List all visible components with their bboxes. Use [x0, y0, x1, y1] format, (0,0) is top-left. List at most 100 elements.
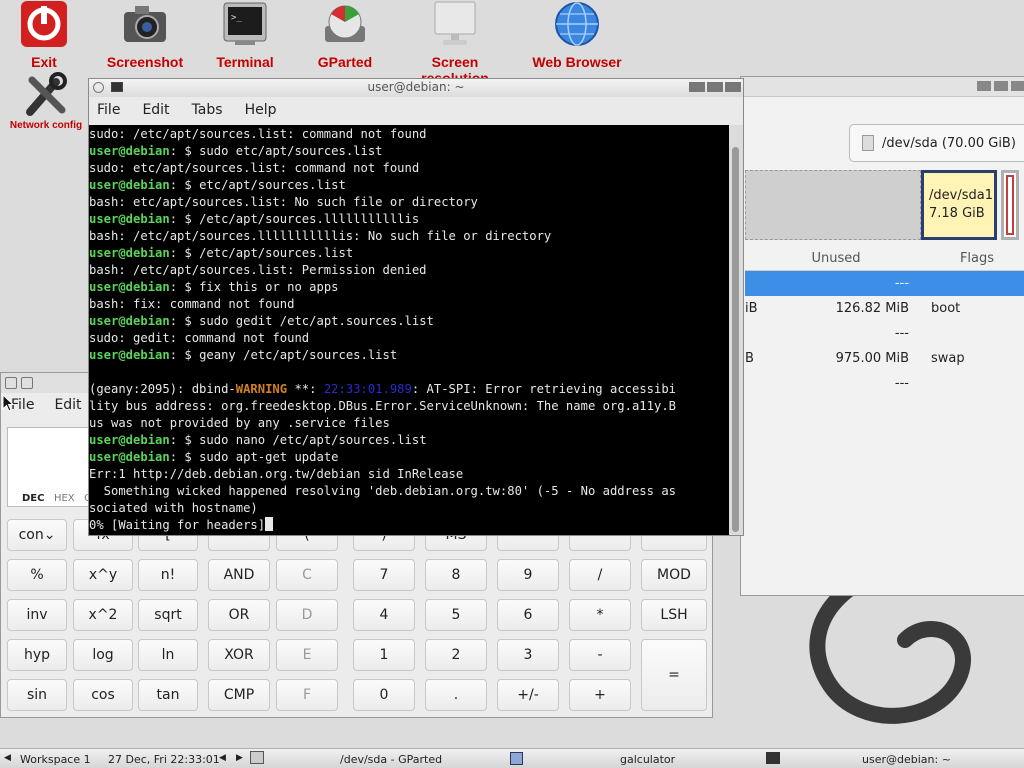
- calc-button[interactable]: 7: [353, 559, 415, 591]
- prev-arrow-icon[interactable]: ◀: [219, 753, 226, 763]
- calc-button[interactable]: .: [425, 679, 487, 711]
- terminal-line: user@debian: $ /etc/apt/sources.list: [89, 246, 354, 260]
- calc-button[interactable]: XOR: [208, 639, 270, 671]
- column-flags[interactable]: Flags: [913, 247, 1023, 270]
- task-terminal[interactable]: user@debian: ~: [862, 753, 951, 766]
- calc-button[interactable]: 5: [425, 599, 487, 631]
- calc-button[interactable]: ln: [138, 639, 198, 671]
- minimize-icon[interactable]: [689, 82, 705, 92]
- calc-button[interactable]: hyp: [7, 639, 67, 671]
- terminal-line: user@debian: $ sudo nano /etc/apt/source…: [89, 433, 427, 447]
- terminal-line: Something wicked happened resolving 'deb…: [89, 484, 676, 498]
- gparted-titlebar[interactable]: [741, 77, 1024, 97]
- calc-button[interactable]: 9: [497, 559, 559, 591]
- partition-name: /dev/sda1: [929, 188, 993, 203]
- column-unused[interactable]: Unused: [763, 247, 913, 270]
- calc-button[interactable]: *: [569, 599, 631, 631]
- maximize-icon[interactable]: [707, 82, 723, 92]
- desktop-icon-screenshot[interactable]: Screenshot: [90, 0, 200, 70]
- calc-button[interactable]: 3: [497, 639, 559, 671]
- calc-button[interactable]: C: [276, 559, 338, 591]
- table-row[interactable]: ---: [745, 371, 1024, 396]
- calc-button[interactable]: AND: [208, 559, 270, 591]
- mode-dec[interactable]: DEC: [22, 493, 44, 504]
- calc-button[interactable]: %: [7, 559, 67, 591]
- calc-button[interactable]: x^y: [73, 559, 133, 591]
- gparted-window: /dev/sda (70.00 GiB) ▼ /dev/sda1 7.18 Gi…: [740, 76, 1024, 596]
- terminal-window: user@debian: ~ File Edit Tabs Help sudo:…: [88, 78, 744, 536]
- calc-button[interactable]: 8: [425, 559, 487, 591]
- terminal-titlebar[interactable]: user@debian: ~: [89, 79, 743, 97]
- calc-button[interactable]: n!: [138, 559, 198, 591]
- calc-button[interactable]: 0: [353, 679, 415, 711]
- calc-button[interactable]: +/-: [497, 679, 559, 711]
- desktop-icon-label: GParted: [317, 54, 373, 70]
- scrollbar-thumb[interactable]: [732, 147, 739, 532]
- calc-button[interactable]: E: [276, 639, 338, 671]
- calc-button[interactable]: con ⌄: [7, 519, 67, 551]
- calc-button[interactable]: log: [73, 639, 133, 671]
- calc-button[interactable]: inv: [7, 599, 67, 631]
- calc-button[interactable]: OR: [208, 599, 270, 631]
- desktop-icon-terminal[interactable]: >_ Terminal: [190, 0, 300, 70]
- calc-button[interactable]: CMP: [208, 679, 270, 711]
- clock[interactable]: 27 Dec, Fri 22:33:01: [108, 753, 220, 766]
- partition-sda1-block[interactable]: /dev/sda1 7.18 GiB: [921, 170, 997, 240]
- next-arrow-icon[interactable]: ▶: [236, 753, 243, 763]
- calc-button[interactable]: x^2: [73, 599, 133, 631]
- table-row[interactable]: ---: [745, 271, 1024, 296]
- desktop-icon-screen-resolution[interactable]: Screen resolution: [400, 0, 510, 86]
- mouse-pointer-icon: [2, 394, 14, 412]
- table-row[interactable]: ---: [745, 321, 1024, 346]
- calc-button[interactable]: tan: [138, 679, 198, 711]
- calc-button[interactable]: cos: [73, 679, 133, 711]
- task-galculator[interactable]: galculator: [620, 753, 675, 766]
- calc-button[interactable]: /: [569, 559, 631, 591]
- calc-button[interactable]: =: [641, 639, 707, 711]
- maximize-icon[interactable]: [994, 81, 1008, 91]
- close-icon[interactable]: [1011, 81, 1024, 91]
- minimize-icon[interactable]: [977, 81, 991, 91]
- calc-button[interactable]: 4: [353, 599, 415, 631]
- calc-button[interactable]: sin: [7, 679, 67, 711]
- calc-button[interactable]: +: [569, 679, 631, 711]
- menu-file[interactable]: File: [11, 393, 34, 417]
- calc-button[interactable]: sqrt: [138, 599, 198, 631]
- calc-button[interactable]: -: [569, 639, 631, 671]
- device-selector[interactable]: /dev/sda (70.00 GiB) ▼: [849, 124, 1024, 162]
- terminal-line: user@debian: $ sudo apt-get update: [89, 450, 339, 464]
- show-desktop-icon[interactable]: [250, 751, 264, 764]
- terminal-line: bash: /etc/apt/sources.list: Permission …: [89, 263, 427, 277]
- calc-button[interactable]: 2: [425, 639, 487, 671]
- mode-hex[interactable]: HEX: [54, 493, 75, 504]
- menu-tabs[interactable]: Tabs: [192, 102, 223, 118]
- calc-button[interactable]: F: [276, 679, 338, 711]
- terminal-scrollbar[interactable]: [729, 125, 743, 535]
- close-icon[interactable]: [725, 82, 741, 92]
- task-gparted[interactable]: /dev/sda - GParted: [340, 753, 442, 766]
- terminal-line: bash: etc/apt/sources.list: No such file…: [89, 195, 478, 209]
- menu-help[interactable]: Help: [245, 102, 277, 118]
- calc-button[interactable]: MOD: [641, 559, 707, 591]
- calc-button[interactable]: LSH: [641, 599, 707, 631]
- table-row[interactable]: B 975.00 MiB swap: [745, 346, 1024, 371]
- workspace-left-arrow-icon[interactable]: ◀: [4, 753, 11, 763]
- calc-button[interactable]: 1: [353, 639, 415, 671]
- terminal-line: user@debian: $ sudo etc/apt/sources.list: [89, 144, 383, 158]
- menu-edit[interactable]: Edit: [54, 393, 81, 417]
- desktop-icon-network-config[interactable]: Network config: [0, 72, 92, 131]
- calc-button[interactable]: D: [276, 599, 338, 631]
- desktop-icon-web-browser[interactable]: Web Browser: [522, 0, 632, 70]
- desktop-icon-gparted[interactable]: GParted: [290, 0, 400, 70]
- window-title: user@debian: ~: [367, 80, 465, 94]
- window-menu-icon[interactable]: [5, 377, 17, 389]
- desktop-icon-exit[interactable]: Exit: [0, 0, 99, 70]
- terminal-output[interactable]: sudo: /etc/apt/sources.list: command not…: [89, 125, 730, 535]
- menu-edit[interactable]: Edit: [142, 102, 169, 118]
- calc-button[interactable]: 6: [497, 599, 559, 631]
- workspace-switcher[interactable]: Workspace 1: [20, 753, 91, 766]
- partition-bar-unallocated[interactable]: [745, 170, 921, 240]
- table-row[interactable]: iB 126.82 MiB boot: [745, 296, 1024, 321]
- menu-file[interactable]: File: [97, 102, 120, 118]
- partition-swap-block[interactable]: [1001, 170, 1019, 240]
